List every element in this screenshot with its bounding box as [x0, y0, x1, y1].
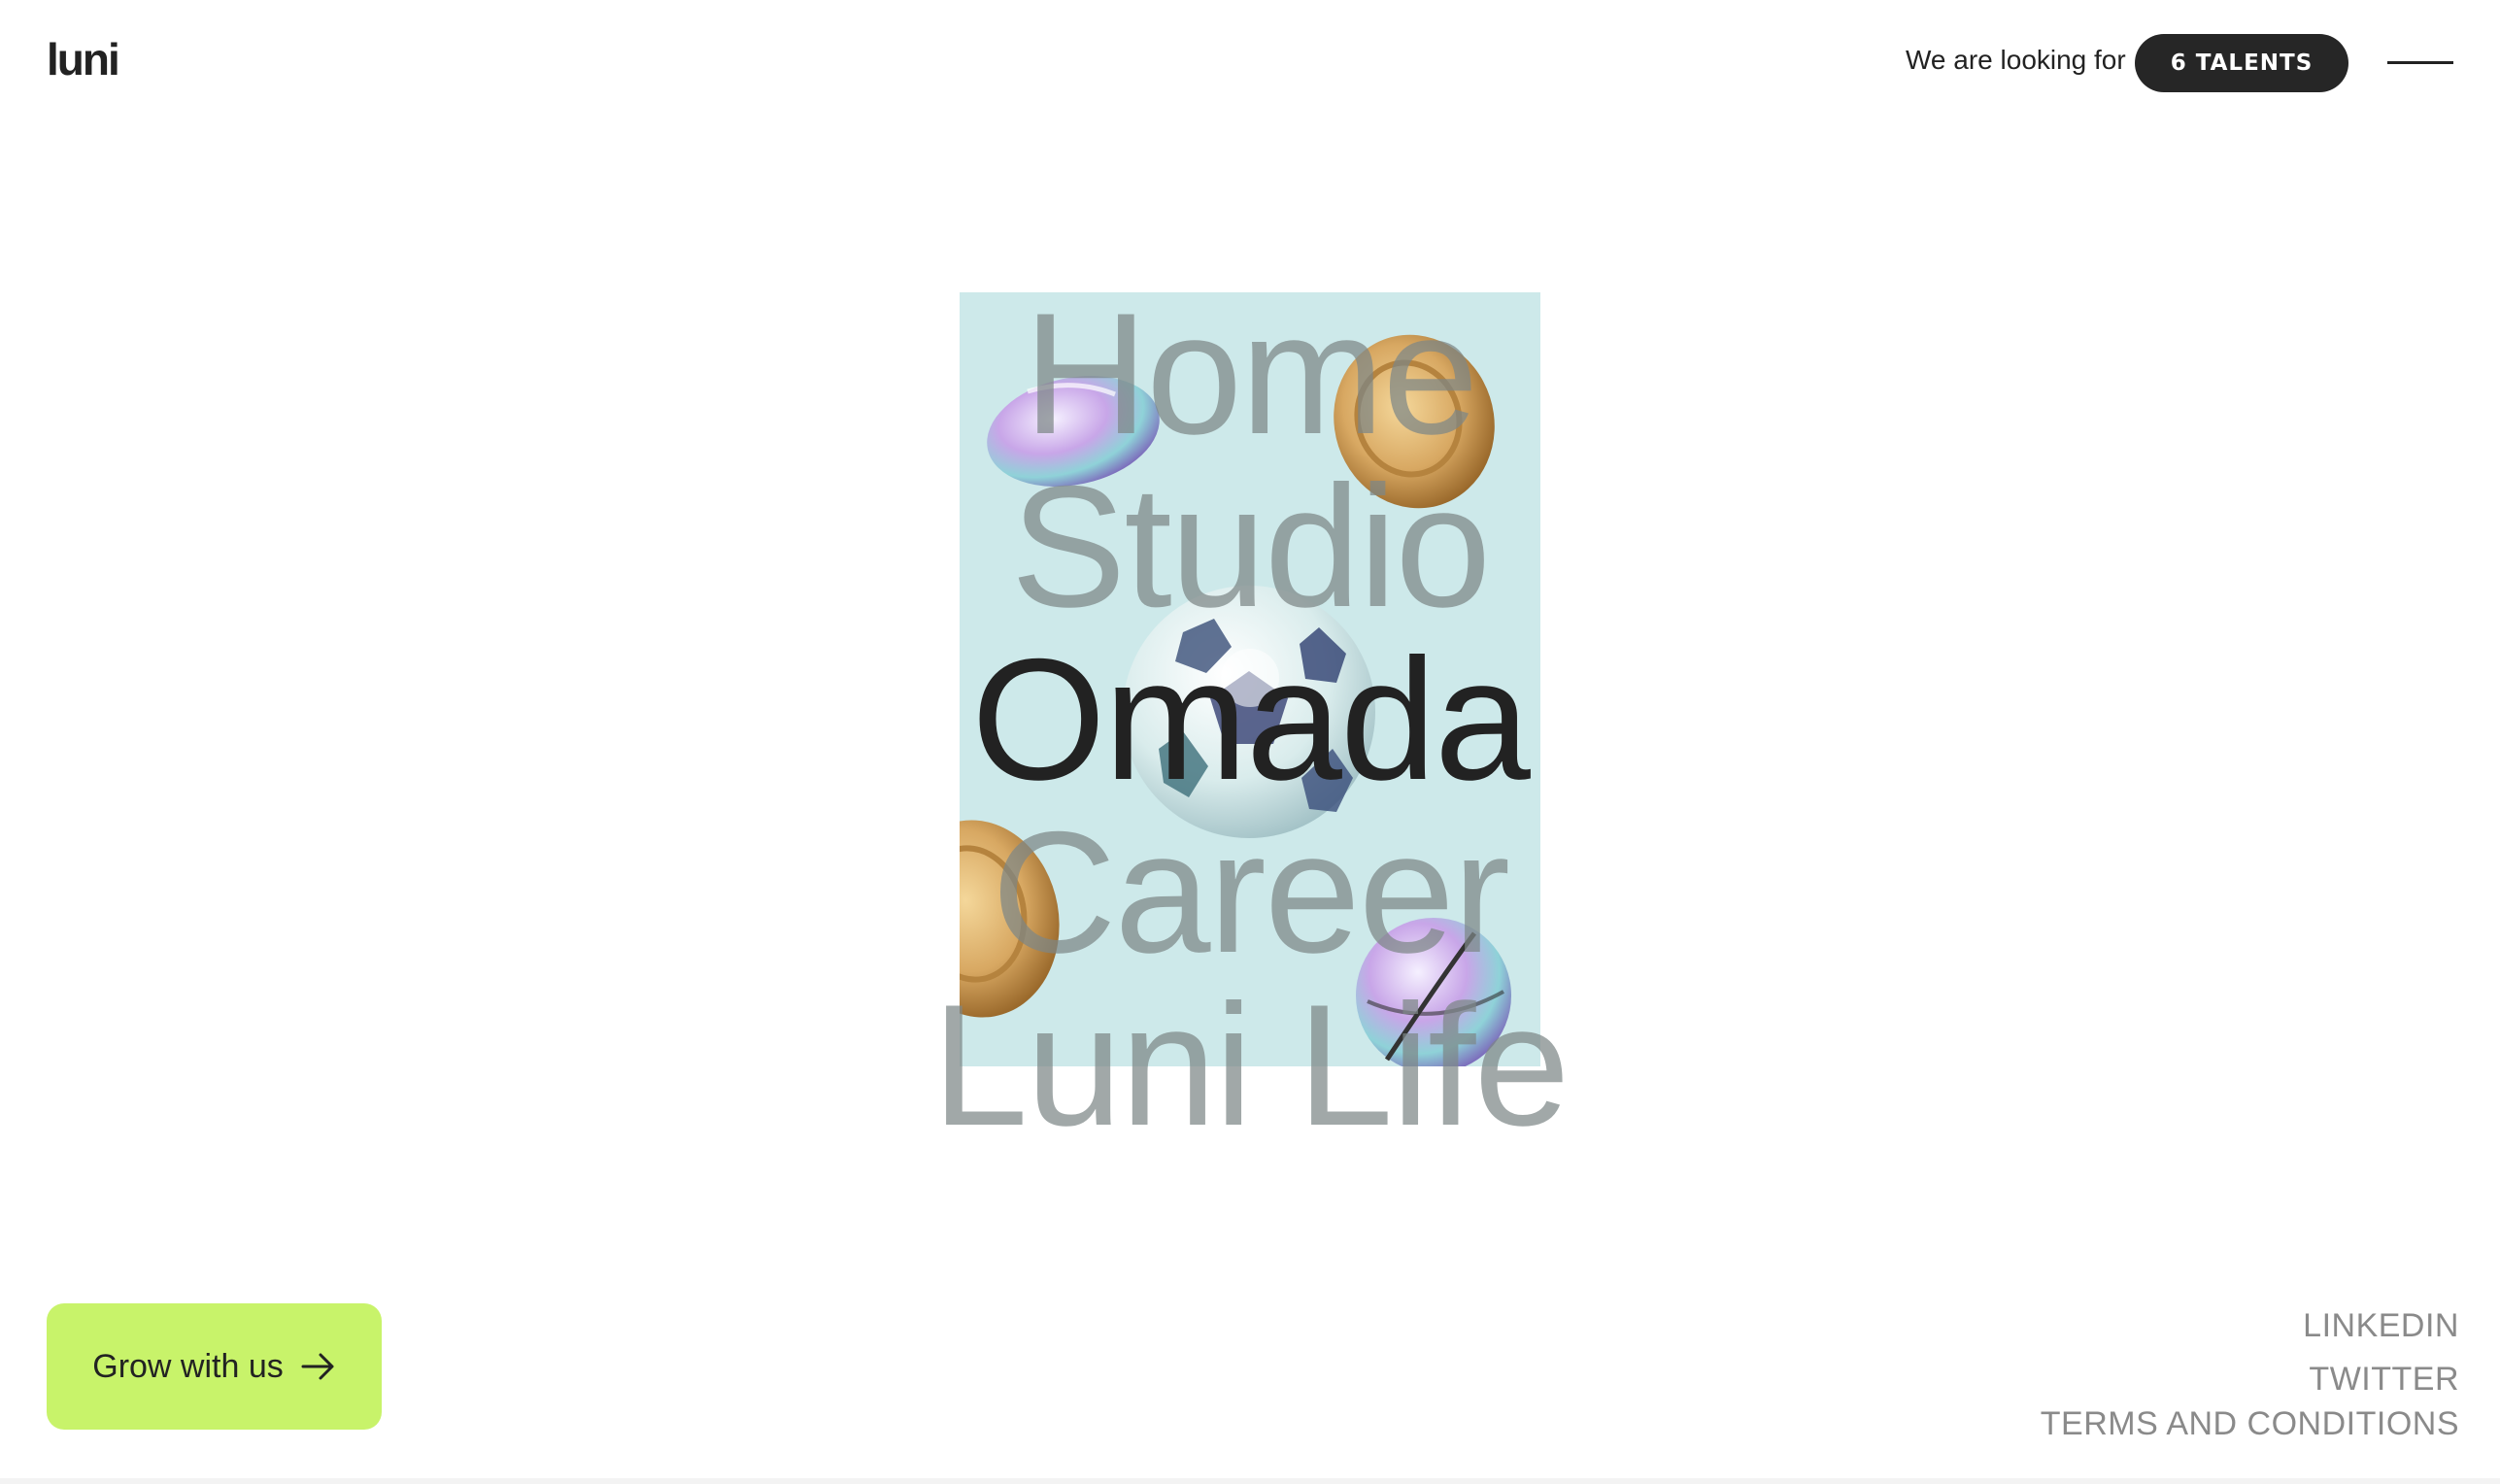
- nav-item-omada[interactable]: Omada: [0, 633, 2500, 806]
- nav-item-studio[interactable]: Studio: [0, 460, 2500, 633]
- arrow-right-icon: [301, 1353, 334, 1380]
- nav-item-career[interactable]: Career: [0, 806, 2500, 979]
- bottom-divider: [0, 1478, 2500, 1484]
- hiring-text: We are looking for: [1906, 45, 2126, 75]
- twitter-link[interactable]: TWITTER: [2309, 1361, 2459, 1399]
- nav-item-luni-life[interactable]: Luni Life: [0, 979, 2500, 1152]
- grow-with-us-button[interactable]: Grow with us: [47, 1303, 382, 1430]
- menu-button[interactable]: [2383, 39, 2457, 87]
- hamburger-icon: [2387, 61, 2453, 64]
- linkedin-link[interactable]: LINKEDIN: [2303, 1307, 2459, 1345]
- grow-with-us-label: Grow with us: [92, 1347, 284, 1385]
- talents-button[interactable]: 6 TALENTS: [2135, 34, 2348, 92]
- nav-item-home[interactable]: Home: [0, 287, 2500, 460]
- page: luni We are looking for 6 TALENTS Home S…: [0, 0, 2500, 1484]
- terms-link[interactable]: TERMS AND CONDITIONS: [2041, 1405, 2459, 1443]
- logo[interactable]: luni: [47, 33, 120, 85]
